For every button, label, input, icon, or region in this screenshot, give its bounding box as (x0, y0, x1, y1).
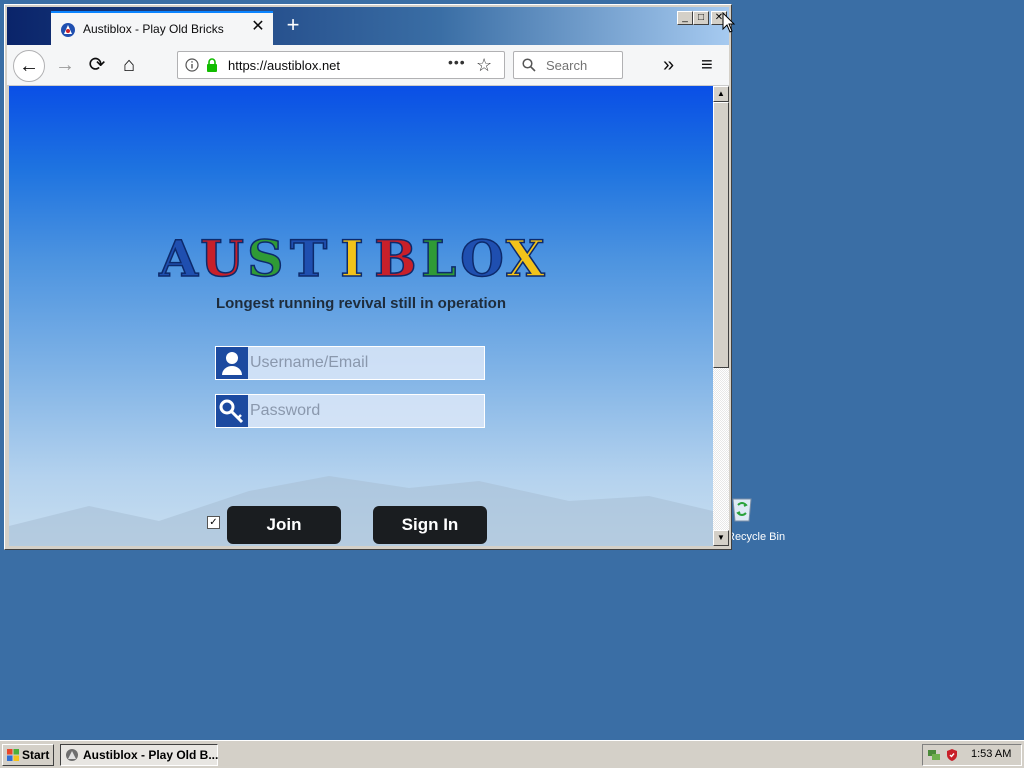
start-button[interactable]: Start (2, 744, 54, 766)
start-label: Start (22, 748, 50, 762)
url-text[interactable]: https://austiblox.net (228, 58, 340, 73)
logo-letter: X (506, 229, 545, 286)
navigation-toolbar: ← → ⟳ ⌂ https://austiblox.net ••• ☆ Sear… (7, 45, 729, 86)
clock: 1:53 AM (971, 748, 1012, 760)
austiblox-favicon-icon (61, 23, 75, 37)
taskbar-item-label: Austiblox - Play Old B... (83, 748, 219, 762)
password-field (215, 394, 485, 428)
system-tray: 1:53 AM (922, 744, 1022, 766)
scroll-thumb[interactable] (713, 102, 729, 368)
username-field (215, 346, 485, 380)
overflow-chevron-icon[interactable]: » (663, 51, 674, 79)
network-tray-icon[interactable] (927, 748, 941, 762)
remember-checkbox[interactable]: ✓ (207, 516, 220, 529)
logo-letter: U (200, 229, 244, 286)
windows-flag-icon (7, 749, 19, 761)
key-icon (219, 399, 244, 424)
tab-title: Austiblox - Play Old Bricks (83, 22, 224, 36)
logo-letter: L (421, 229, 456, 286)
url-bar[interactable]: https://austiblox.net ••• ☆ (177, 51, 505, 79)
page-actions-icon[interactable]: ••• (448, 54, 466, 70)
search-icon (522, 58, 536, 72)
sign-in-button[interactable]: Sign In (373, 506, 487, 544)
new-tab-button[interactable]: + (281, 13, 305, 37)
scroll-down-button[interactable]: ▼ (713, 530, 729, 546)
tab-austiblox[interactable]: Austiblox - Play Old Bricks ✕ (51, 11, 273, 45)
recycle-bin-label: Recycle Bin (727, 531, 786, 543)
logo-letter: T (290, 229, 327, 286)
forward-button[interactable]: → (51, 51, 79, 79)
user-icon (222, 352, 242, 375)
search-placeholder: Search (546, 58, 588, 73)
maximize-button[interactable]: □ (693, 11, 709, 25)
taskbar: Start Austiblox - Play Old B... 1:53 AM (0, 740, 1024, 768)
logo-letter: I (340, 229, 363, 286)
key-icon-box (216, 395, 248, 427)
window-controls: _ □ ✕ (677, 11, 727, 25)
logo-letter: S (247, 229, 283, 286)
hamburger-menu-icon[interactable]: ≡ (701, 51, 713, 79)
taskbar-item-browser[interactable]: Austiblox - Play Old B... (60, 744, 218, 766)
recycle-bin-icon (732, 498, 752, 522)
tab-strip: Austiblox - Play Old Bricks ✕ + _ □ ✕ (7, 7, 729, 45)
vertical-scrollbar[interactable]: ▲ ▼ (713, 86, 729, 546)
scroll-up-button[interactable]: ▲ (713, 86, 729, 102)
minimize-button[interactable]: _ (677, 11, 693, 25)
home-button[interactable]: ⌂ (115, 51, 143, 79)
page-content: AUSTIBLOX Longest running revival still … (9, 86, 713, 546)
join-button[interactable]: Join (227, 506, 341, 544)
username-input[interactable] (250, 351, 478, 375)
tab-close-icon[interactable]: ✕ (249, 18, 267, 36)
password-input[interactable] (250, 399, 478, 423)
austiblox-logo: AUSTIBLOX (158, 228, 546, 286)
recycle-bin-desktop-icon[interactable]: Recycle Bin (727, 493, 785, 549)
shield-tray-icon[interactable] (945, 748, 959, 762)
user-icon-box (216, 347, 248, 379)
info-icon[interactable] (185, 58, 199, 72)
mouse-cursor-icon (722, 12, 736, 33)
browser-taskbar-icon (66, 749, 78, 761)
tagline: Longest running revival still in operati… (215, 295, 507, 312)
mountain-silhouette (9, 476, 713, 546)
logo-letter: O (460, 229, 504, 286)
lock-icon[interactable] (206, 58, 218, 72)
back-button[interactable]: ← (13, 50, 45, 82)
logo-letter: A (158, 229, 199, 286)
reload-button[interactable]: ⟳ (83, 51, 111, 79)
logo-letter: B (374, 229, 416, 286)
bookmark-star-icon[interactable]: ☆ (476, 55, 492, 76)
search-box[interactable]: Search (513, 51, 623, 79)
browser-window: Austiblox - Play Old Bricks ✕ + _ □ ✕ ← … (4, 4, 732, 550)
